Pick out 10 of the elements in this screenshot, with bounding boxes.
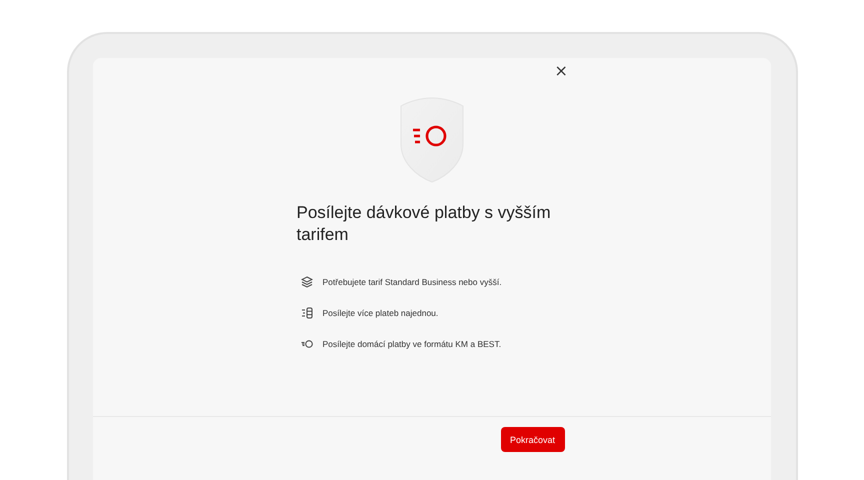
feature-text: Potřebujete tarif Standard Business nebo vyšší. bbox=[322, 276, 502, 286]
continue-button[interactable]: Pokračovat bbox=[500, 427, 564, 452]
layers-icon bbox=[300, 276, 312, 288]
feature-text: Posílejte domácí platby ve formátu KM a BEST. bbox=[322, 338, 502, 348]
shield-icon bbox=[398, 96, 466, 184]
speed-circle-icon bbox=[300, 338, 312, 350]
dialog-title: Posílejte dávkové platby s vyšším tarifem bbox=[296, 202, 552, 246]
stacked-list-icon bbox=[300, 306, 312, 318]
close-button[interactable]: × bbox=[554, 62, 566, 80]
feature-text: Posílejte více plateb najednou. bbox=[322, 308, 438, 318]
